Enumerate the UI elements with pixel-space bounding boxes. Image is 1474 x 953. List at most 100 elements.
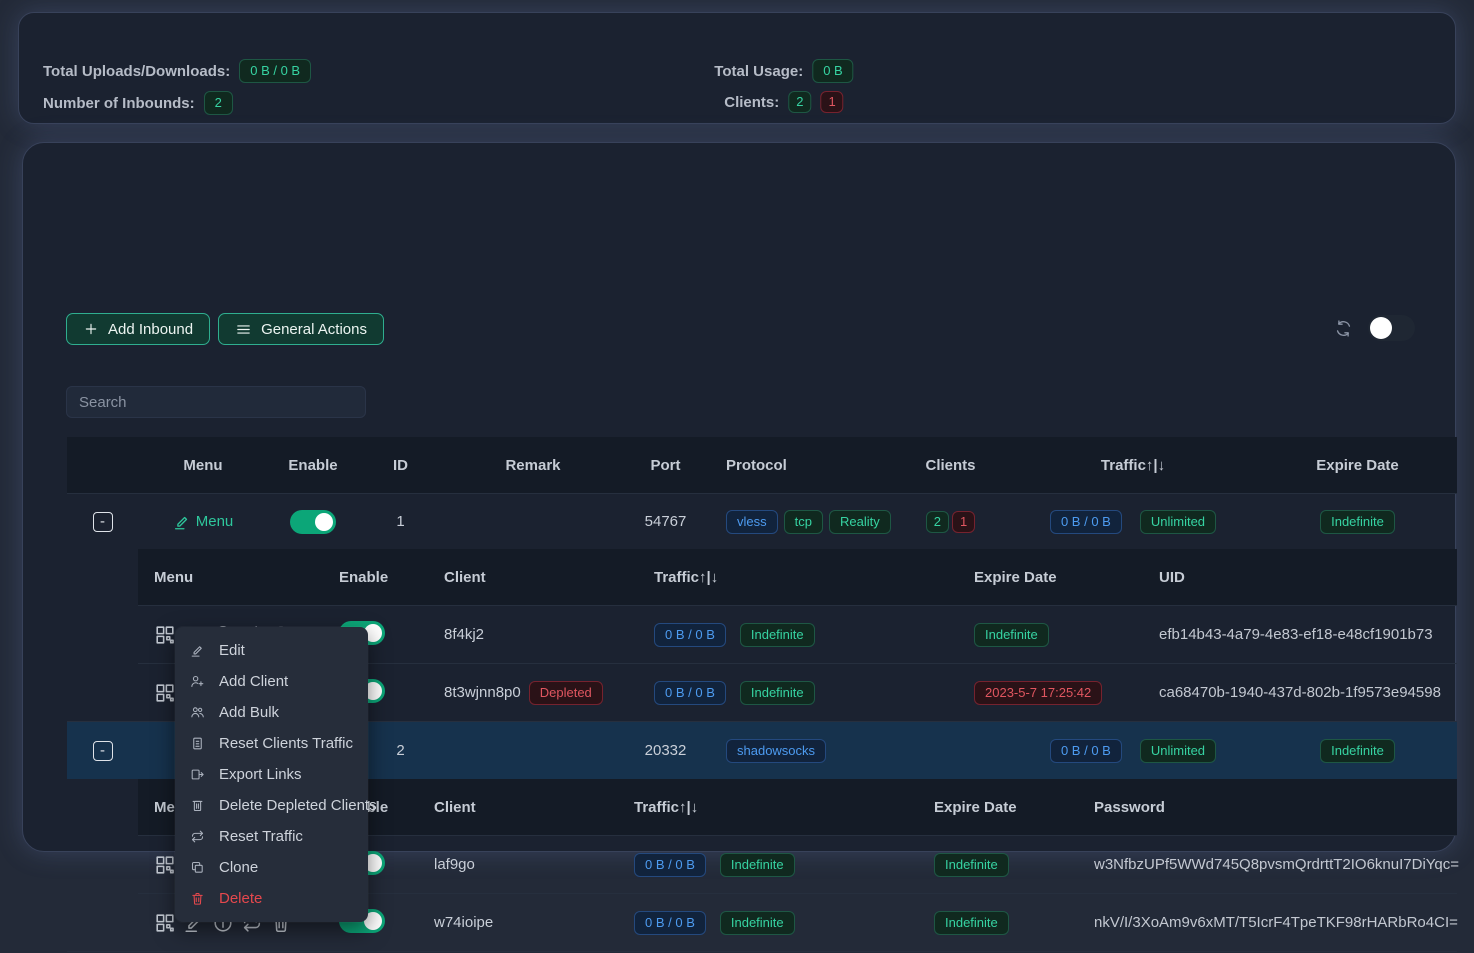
expire-badge: Indefinite xyxy=(1320,739,1395,763)
toolbar: Add Inbound General Actions xyxy=(66,313,384,345)
traffic-limit-badge: Indefinite xyxy=(740,681,815,705)
column-header-traffic-sort[interactable]: Traffic↑|↓ xyxy=(618,799,918,816)
port-cell: 54767 xyxy=(623,513,708,530)
delete-depleted-clients-icon xyxy=(190,798,205,813)
expire-badge: 2023-5-7 17:25:42 xyxy=(974,681,1102,705)
refresh-icon[interactable] xyxy=(1334,319,1353,338)
context-menu-item-delete[interactable]: Delete xyxy=(175,883,368,914)
inbound-row: - Menu 1 54767 vless tcp Reality 2 1 0 xyxy=(67,493,1457,549)
context-menu-item-edit[interactable]: Edit xyxy=(175,635,368,666)
expire-badge: Indefinite xyxy=(934,911,1009,935)
column-header-protocol: Protocol xyxy=(708,457,893,474)
clients-depleted-badge: 1 xyxy=(821,91,844,113)
column-header-traffic-sort[interactable]: Traffic↑|↓ xyxy=(638,569,958,586)
enable-toggle[interactable] xyxy=(290,510,336,534)
column-header-menu: Menu xyxy=(138,569,323,586)
expire-badge: Indefinite xyxy=(1320,510,1395,534)
stat-label: Number of Inbounds: xyxy=(43,95,195,112)
toolbar-right xyxy=(1334,315,1415,341)
stat-label: Total Uploads/Downloads: xyxy=(43,63,230,80)
protocol-badge: Reality xyxy=(829,510,891,534)
id-cell: 2 xyxy=(358,742,443,759)
add-inbound-button[interactable]: Add Inbound xyxy=(66,313,210,345)
uid-cell: ca68470b-1940-437d-802b-1f9573e94598 xyxy=(1143,684,1457,701)
client-name: 8f4kj2 xyxy=(428,626,638,643)
stat-badge: 0 B xyxy=(812,59,854,83)
column-header-expire: Expire Date xyxy=(1258,457,1457,474)
column-header-password: Password xyxy=(1078,799,1457,816)
collapse-button[interactable]: - xyxy=(93,512,113,532)
search-input[interactable] xyxy=(66,386,366,418)
protocol-badge: tcp xyxy=(784,510,823,534)
column-header-client: Client xyxy=(418,799,618,816)
traffic-badge: 0 B / 0 B xyxy=(634,853,706,877)
inbounds-table-header: Menu Enable ID Remark Port Protocol Clie… xyxy=(67,437,1457,493)
traffic-badge: 0 B / 0 B xyxy=(1050,739,1122,763)
context-menu-item-reset-clients-traffic[interactable]: Reset Clients Traffic xyxy=(175,728,368,759)
inbound-menu-link[interactable]: Menu xyxy=(173,513,234,531)
stats-card: Total Uploads/Downloads: 0 B / 0 B Numbe… xyxy=(18,12,1456,124)
traffic-limit-badge: Indefinite xyxy=(720,853,795,877)
stat-clients: Clients: 2 1 xyxy=(724,91,843,113)
qr-code-icon[interactable] xyxy=(154,854,176,876)
reset-clients-traffic-icon xyxy=(190,736,205,751)
traffic-badge: 0 B / 0 B xyxy=(1050,510,1122,534)
clients-count-badge: 2 xyxy=(926,511,949,533)
column-header-expire: Expire Date xyxy=(958,569,1143,586)
qr-code-icon[interactable] xyxy=(154,624,176,646)
traffic-badge: 0 B / 0 B xyxy=(654,623,726,647)
client-name: 8t3wjnn8p0 xyxy=(444,684,521,701)
column-header-uid: UID xyxy=(1143,569,1457,586)
traffic-limit-badge: Unlimited xyxy=(1140,739,1216,763)
column-header-traffic-sort[interactable]: Traffic↑|↓ xyxy=(1008,457,1258,474)
clients-depleted-badge: 1 xyxy=(952,511,975,533)
context-menu-item-add-bulk[interactable]: Add Bulk xyxy=(175,697,368,728)
stat-badge: 0 B / 0 B xyxy=(239,59,311,83)
column-header-clients: Clients xyxy=(893,457,1008,474)
context-menu-item-add-client[interactable]: Add Client xyxy=(175,666,368,697)
column-header-enable: Enable xyxy=(268,457,358,474)
port-cell: 20332 xyxy=(623,742,708,759)
export-links-icon xyxy=(190,767,205,782)
column-header-expire: Expire Date xyxy=(918,799,1078,816)
stat-total-usage: Total Usage: 0 B xyxy=(714,59,853,83)
column-header-menu: Menu xyxy=(138,457,268,474)
expire-badge: Indefinite xyxy=(974,623,1049,647)
stat-uploads-downloads: Total Uploads/Downloads: 0 B / 0 B xyxy=(43,59,311,83)
client-name: w74ioipe xyxy=(418,914,618,931)
context-menu-item-clone[interactable]: Clone xyxy=(175,852,368,883)
password-cell: nkV/I/3XoAm9v6xMT/T5IcrF4TpeTKF98rHARbRo… xyxy=(1078,914,1458,931)
column-header-port: Port xyxy=(623,457,708,474)
traffic-badge: 0 B / 0 B xyxy=(654,681,726,705)
context-menu: Edit Add Client Add Bulk Reset Clients T… xyxy=(175,627,368,922)
column-header-client: Client xyxy=(428,569,638,586)
delete-icon xyxy=(190,891,205,906)
traffic-badge: 0 B / 0 B xyxy=(634,911,706,935)
stat-badge: 2 xyxy=(204,91,233,115)
depleted-badge: Depleted xyxy=(529,681,603,705)
clients-subtable-header: Menu Enable Client Traffic↑|↓ Expire Dat… xyxy=(138,549,1457,605)
general-actions-button[interactable]: General Actions xyxy=(218,313,384,345)
traffic-limit-badge: Indefinite xyxy=(720,911,795,935)
column-header-id: ID xyxy=(358,457,443,474)
context-menu-item-export-links[interactable]: Export Links xyxy=(175,759,368,790)
clients-active-badge: 2 xyxy=(788,91,811,113)
expire-badge: Indefinite xyxy=(934,853,1009,877)
theme-toggle[interactable] xyxy=(1368,315,1415,341)
stat-inbounds-count: Number of Inbounds: 2 xyxy=(43,91,233,115)
stat-label: Total Usage: xyxy=(714,63,803,80)
qr-code-icon[interactable] xyxy=(154,912,176,934)
add-bulk-icon xyxy=(190,705,205,720)
client-name: laf9go xyxy=(418,856,618,873)
traffic-limit-badge: Indefinite xyxy=(740,623,815,647)
context-menu-item-delete-depleted-clients[interactable]: Delete Depleted Clients xyxy=(175,790,368,821)
uid-cell: efb14b43-4a79-4e83-ef18-e48cf1901b73 xyxy=(1143,626,1457,643)
reset-traffic-icon xyxy=(190,829,205,844)
context-menu-item-reset-traffic[interactable]: Reset Traffic xyxy=(175,821,368,852)
plus-icon xyxy=(83,321,99,337)
traffic-limit-badge: Unlimited xyxy=(1140,510,1216,534)
edit-icon xyxy=(173,513,191,531)
qr-code-icon[interactable] xyxy=(154,682,176,704)
password-cell: w3NfbzUPf5WWd745Q8pvsmQrdrttT2IO6knuI7Di… xyxy=(1078,856,1459,873)
collapse-button[interactable]: - xyxy=(93,741,113,761)
